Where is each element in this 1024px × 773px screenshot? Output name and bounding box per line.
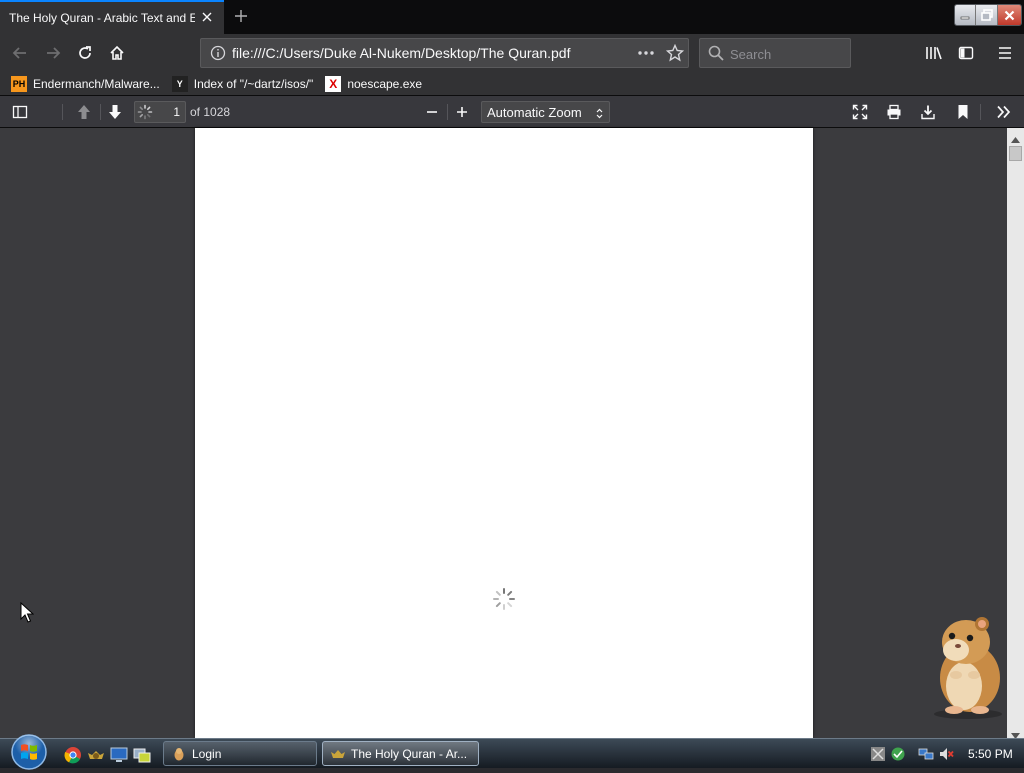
ycombinator-favicon-icon: Y: [171, 75, 188, 92]
loading-spinner-icon: [137, 104, 153, 123]
home-icon[interactable]: [104, 40, 130, 66]
bookmark-label: noescape.exe: [347, 76, 423, 91]
close-window-button[interactable]: [997, 5, 1021, 25]
minimize-button[interactable]: [955, 5, 977, 25]
taskbar-item-login[interactable]: Login: [163, 741, 317, 766]
zoom-select-value: Automatic Zoom: [487, 104, 582, 120]
bookmark-label: Index of "/~dartz/isos/": [193, 76, 314, 91]
pdf-page: [195, 128, 813, 738]
pdf-toolbar: 1 of 1028 Automatic Zoom: [0, 96, 1024, 128]
toolbar-separator: [100, 104, 101, 120]
toolbar-separator: [447, 104, 448, 120]
chrome-icon[interactable]: [64, 746, 82, 764]
page-loading-spinner-icon: [492, 587, 516, 614]
search-bar[interactable]: [699, 38, 851, 68]
taskbar-item-firefox[interactable]: The Holy Quran - Ar...: [322, 741, 479, 766]
navigation-bar: file:///C:/Users/Duke Al-Nukem/Desktop/T…: [0, 34, 1024, 72]
previous-page-icon[interactable]: [71, 100, 97, 124]
bat-app-icon: [331, 749, 345, 758]
select-arrows-icon: [596, 107, 603, 122]
red-x-favicon-icon: X: [325, 75, 342, 92]
mouse-cursor-icon: [20, 601, 35, 627]
bookmarks-toolbar: PH Endermanch/Malware... Y Index of "/~d…: [0, 72, 1024, 96]
system-tray: 5:50 PM: [870, 739, 1024, 769]
sidebar-toggle-icon[interactable]: [953, 40, 979, 66]
system-clock[interactable]: 5:50 PM: [968, 747, 1013, 761]
info-icon[interactable]: [210, 45, 226, 64]
network-icon[interactable]: [918, 746, 934, 762]
bookmark-item[interactable]: PH Endermanch/Malware...: [11, 74, 160, 94]
hamburger-menu-icon[interactable]: [992, 40, 1018, 66]
toolbar-separator: [980, 104, 981, 120]
window-controls: [954, 4, 1022, 26]
url-text: file:///C:/Users/Duke Al-Nukem/Desktop/T…: [232, 45, 571, 61]
tray-app-icon[interactable]: [870, 746, 886, 762]
pdf-viewer[interactable]: [0, 128, 1024, 739]
next-page-icon[interactable]: [102, 100, 128, 124]
download-icon[interactable]: [915, 100, 941, 124]
reload-icon[interactable]: [72, 40, 98, 66]
restore-button[interactable]: [976, 5, 998, 25]
page-count-label: of 1028: [190, 105, 231, 119]
tab-title: The Holy Quran - Arabic Text and English…: [9, 11, 195, 25]
url-bar[interactable]: file:///C:/Users/Duke Al-Nukem/Desktop/T…: [200, 38, 689, 68]
zoom-in-icon[interactable]: [449, 100, 475, 124]
tray-green-app-icon[interactable]: [890, 746, 906, 762]
search-icon: [708, 45, 724, 64]
windows-taskbar: Login The Holy Quran - Ar... 5:50 PM: [0, 734, 1024, 770]
page-actions-icon[interactable]: [637, 45, 655, 64]
presentation-mode-icon[interactable]: [847, 100, 873, 124]
pornhub-favicon-icon: PH: [11, 75, 27, 92]
show-desktop-icon[interactable]: [110, 746, 128, 764]
print-icon[interactable]: [881, 100, 907, 124]
scroll-up-arrow-icon[interactable]: [1011, 132, 1020, 146]
toolbar-separator: [62, 104, 63, 120]
bookmark-star-icon[interactable]: [665, 43, 685, 65]
start-orb-icon[interactable]: [8, 734, 50, 770]
bookmark-item[interactable]: X noescape.exe: [325, 74, 422, 94]
toggle-sidebar-icon[interactable]: [7, 100, 33, 124]
volume-muted-icon[interactable]: [938, 746, 954, 762]
hamster-mascot-icon[interactable]: [920, 612, 1010, 723]
search-input[interactable]: [730, 45, 845, 63]
page-number-input[interactable]: 1: [134, 101, 186, 123]
switch-windows-icon[interactable]: [133, 746, 151, 764]
new-tab-plus-icon[interactable]: [230, 5, 252, 27]
zoom-select[interactable]: Automatic Zoom: [481, 101, 610, 123]
login-app-icon: [174, 747, 184, 760]
bookmark-item[interactable]: Y Index of "/~dartz/isos/": [171, 74, 314, 94]
tab-strip: The Holy Quran - Arabic Text and English…: [0, 0, 1024, 34]
zoom-out-icon[interactable]: [419, 100, 445, 124]
back-arrow-icon[interactable]: [7, 40, 33, 66]
forward-arrow-icon[interactable]: [40, 40, 66, 66]
bookmark-label: Endermanch/Malware...: [33, 76, 160, 91]
page-number-value: 1: [173, 105, 180, 119]
taskbar-item-label: The Holy Quran - Ar...: [351, 746, 468, 761]
taskbar-item-label: Login: [192, 746, 222, 761]
bat-mascot-icon[interactable]: [87, 746, 105, 764]
scrollbar-thumb[interactable]: [1009, 146, 1022, 161]
library-icon[interactable]: [921, 40, 947, 66]
tab-close-icon[interactable]: [198, 8, 216, 26]
tools-chevron-icon[interactable]: [991, 100, 1017, 124]
tab-active[interactable]: The Holy Quran - Arabic Text and English…: [0, 0, 224, 34]
bookmark-view-icon[interactable]: [950, 100, 976, 124]
